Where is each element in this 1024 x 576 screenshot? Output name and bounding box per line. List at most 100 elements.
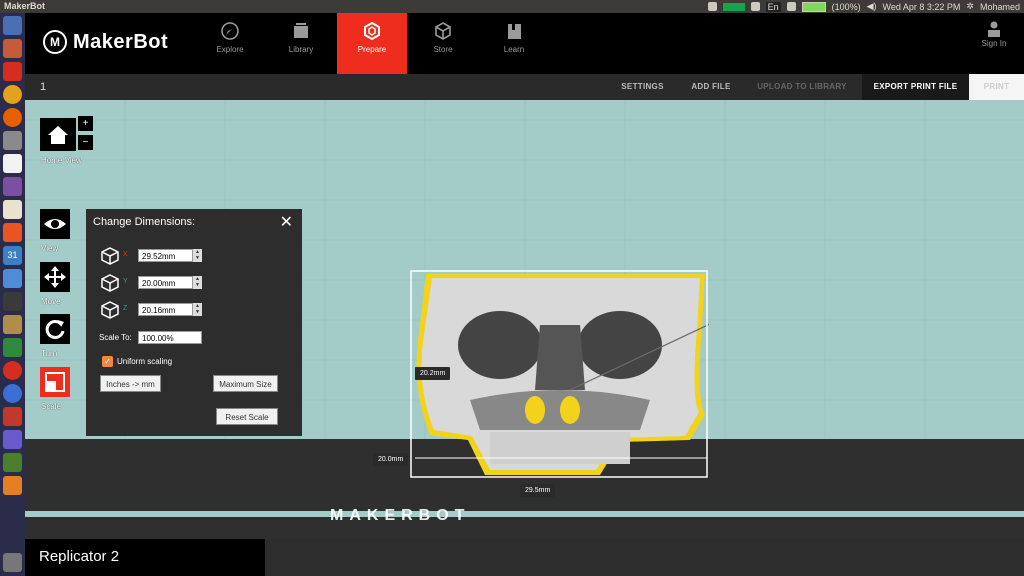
- text-editor-icon[interactable]: [3, 154, 22, 173]
- popcorn-icon[interactable]: [3, 200, 22, 219]
- tab-label: Learn: [503, 45, 525, 54]
- z-axis-label: Z: [123, 305, 128, 312]
- clock[interactable]: Wed Apr 8 3:22 PM: [883, 2, 961, 12]
- zoom-out-button[interactable]: −: [78, 135, 93, 150]
- close-icon[interactable]: ✕: [280, 212, 293, 232]
- zoom-in-button[interactable]: +: [78, 116, 93, 131]
- z-dimension-stepper[interactable]: ▲ ▼: [192, 303, 202, 316]
- window-title: MakerBot: [4, 1, 46, 11]
- user-name[interactable]: Mohamed: [980, 2, 1020, 12]
- printer-name: Replicator 2: [39, 548, 120, 565]
- home-view-button[interactable]: [40, 118, 76, 151]
- x-dimension-stepper[interactable]: ▲ ▼: [192, 249, 202, 262]
- library-icon: [294, 23, 308, 38]
- app-icon[interactable]: [3, 223, 22, 242]
- prepare-cube-icon: [364, 21, 380, 41]
- gear-icon[interactable]: ✲: [966, 1, 974, 12]
- makerbot-m-icon: M: [43, 30, 67, 54]
- app-icon[interactable]: [3, 407, 22, 426]
- depth-dimension-label: 20.0mm: [373, 453, 409, 466]
- tab-learn[interactable]: Learn: [479, 13, 549, 74]
- battery-percentage[interactable]: (100%): [832, 2, 861, 12]
- project-number[interactable]: 1: [40, 81, 46, 93]
- tab-explore[interactable]: Explore: [195, 13, 265, 74]
- change-dimensions-panel: Change Dimensions: ✕ X 29.52mm ▲ ▼ Y 20.0…: [86, 209, 302, 436]
- calculator-icon[interactable]: [3, 131, 22, 150]
- filezilla-icon[interactable]: [3, 62, 22, 81]
- store-cube-icon: [435, 22, 451, 40]
- skull-model[interactable]: [410, 270, 709, 477]
- tab-library[interactable]: Library: [266, 13, 336, 74]
- move-arrows-icon: [44, 266, 66, 288]
- project-toolbar: 1 SETTINGS ADD FILE UPLOAD TO LIBRARY EX…: [25, 74, 1024, 100]
- app-icon[interactable]: [3, 384, 22, 403]
- tab-label: Explore: [216, 45, 244, 54]
- wifi-icon[interactable]: [750, 2, 760, 11]
- user-icon: [988, 21, 1000, 37]
- system-top-bar: MakerBot En (100%) ◀) Wed Apr 8 3:22 PM …: [0, 0, 1024, 13]
- z-axis-cube-icon: [101, 301, 119, 319]
- tab-store[interactable]: Store: [408, 13, 478, 74]
- sign-in-button[interactable]: Sign In: [974, 21, 1014, 48]
- build-viewport[interactable]: MAKERBOT + − Home View View Move Turn Sc…: [25, 100, 1024, 539]
- build-plate-logo: MAKERBOT: [330, 507, 471, 524]
- view-tool-button[interactable]: [40, 209, 70, 239]
- move-tool-button[interactable]: [40, 262, 70, 292]
- export-print-file-button[interactable]: EXPORT PRINT FILE: [862, 74, 969, 100]
- scale-tool-button[interactable]: [40, 367, 70, 397]
- app-icon[interactable]: [3, 430, 22, 449]
- settings-button[interactable]: SETTINGS: [610, 74, 675, 100]
- tab-prepare[interactable]: Prepare: [337, 13, 407, 74]
- battery-icon[interactable]: [801, 1, 826, 12]
- app-icon[interactable]: [3, 453, 22, 472]
- compass-icon: [221, 22, 239, 40]
- app-icon[interactable]: [3, 269, 22, 288]
- uniform-scaling-checkbox[interactable]: ✓: [102, 356, 113, 367]
- home-view-label: Home View: [41, 156, 82, 165]
- app-icon[interactable]: [3, 338, 22, 357]
- x-axis-cube-icon: [101, 247, 119, 265]
- app-icon[interactable]: [3, 292, 22, 311]
- firefox-icon[interactable]: [3, 108, 22, 127]
- files-icon[interactable]: [3, 39, 22, 58]
- uniform-scaling-label: Uniform scaling: [117, 357, 173, 366]
- maximum-size-button[interactable]: Maximum Size: [213, 375, 278, 392]
- inches-to-mm-button[interactable]: Inches -> mm: [100, 375, 161, 392]
- y-dimension-stepper[interactable]: ▲ ▼: [192, 276, 202, 289]
- tab-label: Prepare: [357, 45, 387, 54]
- skype-icon[interactable]: [707, 2, 717, 11]
- scale-tool-label: Scale: [41, 402, 62, 411]
- volume-icon[interactable]: ◀): [867, 1, 877, 12]
- x-axis-label: X: [123, 251, 128, 258]
- upload-to-library-button[interactable]: UPLOAD TO LIBRARY: [747, 74, 857, 100]
- bottom-bar: [265, 539, 1024, 576]
- app-icon[interactable]: [3, 476, 22, 495]
- rotate-icon: [45, 319, 65, 339]
- app-icon[interactable]: [3, 177, 22, 196]
- network-activity-icon[interactable]: [722, 2, 745, 11]
- move-tool-label: Move: [41, 297, 61, 306]
- makerbot-logo: M MakerBot: [43, 30, 168, 54]
- app-launcher: 31: [0, 13, 25, 576]
- reset-scale-button[interactable]: Reset Scale: [216, 408, 278, 425]
- scale-to-input[interactable]: 100.00%: [138, 331, 202, 344]
- calendar-icon[interactable]: 31: [3, 246, 22, 265]
- app-icon[interactable]: [3, 315, 22, 334]
- print-button[interactable]: PRINT: [969, 74, 1024, 100]
- bluetooth-icon[interactable]: [786, 2, 796, 11]
- y-axis-cube-icon: [101, 274, 119, 292]
- printer-selector[interactable]: Replicator 2: [25, 539, 265, 576]
- makerbot-app-icon[interactable]: [3, 361, 22, 380]
- height-dimension-label: 20.2mm: [415, 367, 451, 380]
- system-tray: En (100%) ◀) Wed Apr 8 3:22 PM ✲ Mohamed: [707, 1, 1020, 12]
- add-file-button[interactable]: ADD FILE: [680, 74, 742, 100]
- turn-tool-button[interactable]: [40, 314, 70, 344]
- brand-name: MakerBot: [73, 30, 169, 53]
- trash-icon[interactable]: [3, 553, 22, 572]
- tab-label: Library: [288, 45, 314, 54]
- sign-in-label: Sign In: [981, 39, 1007, 48]
- panel-title: Change Dimensions:: [93, 216, 196, 228]
- dash-home-icon[interactable]: [3, 16, 22, 35]
- keyboard-layout-indicator[interactable]: En: [765, 1, 781, 12]
- chrome-icon[interactable]: [3, 85, 22, 104]
